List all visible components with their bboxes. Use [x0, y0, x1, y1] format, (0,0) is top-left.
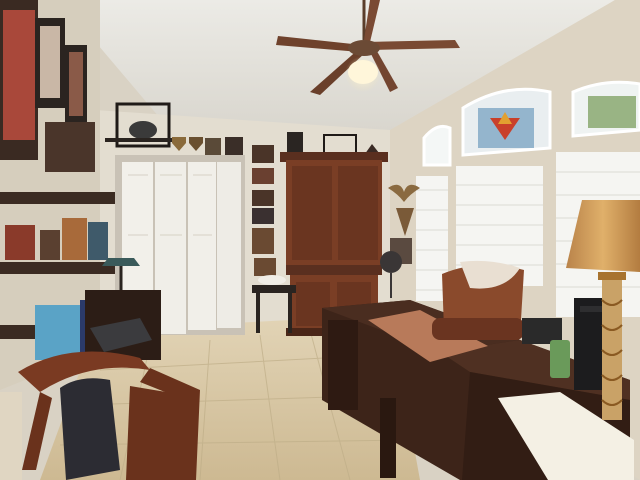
office-photo	[0, 0, 640, 480]
leather-chair	[432, 260, 524, 340]
shelf-edge	[0, 392, 22, 480]
green-cup	[550, 340, 570, 378]
left-desk	[85, 290, 161, 360]
stained-glass	[478, 108, 534, 148]
desk-chair-base	[380, 398, 396, 478]
